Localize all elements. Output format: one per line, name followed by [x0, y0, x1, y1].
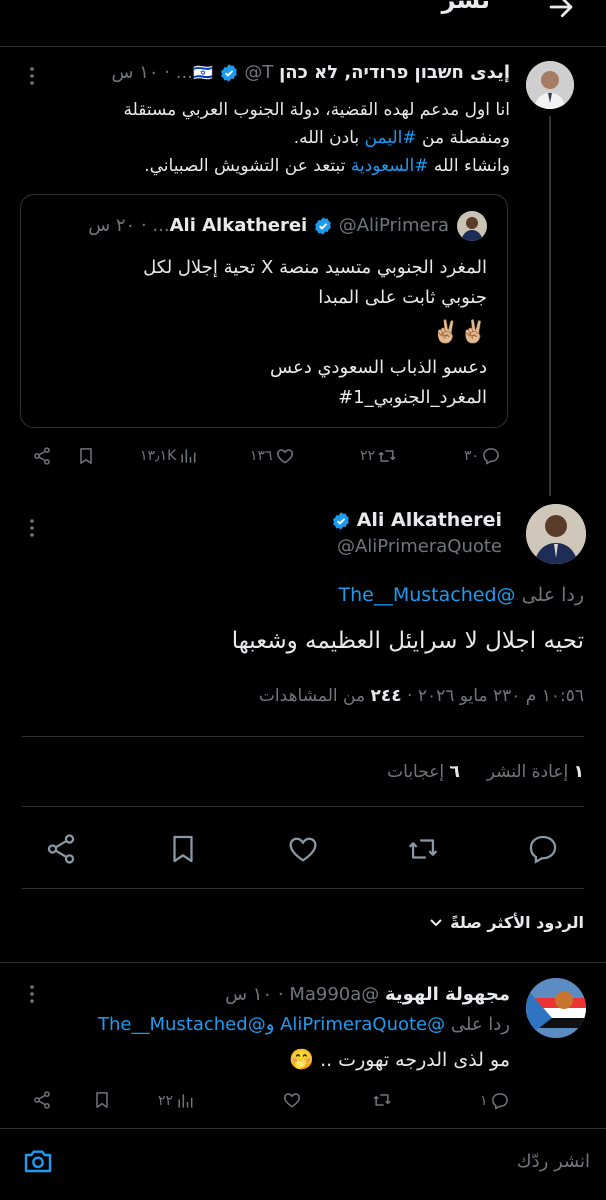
main-handle[interactable]: @AliPrimeraQuote: [337, 536, 502, 557]
page-title: نشر: [441, 0, 490, 14]
reply-composer: [0, 1129, 606, 1200]
more-icon[interactable]: [22, 66, 42, 86]
hashtag-yemen[interactable]: #اليمن: [365, 128, 417, 148]
main-timestamp[interactable]: ١٠:٥٦ م ٢٣٠ مايو ٢٠٢٦: [418, 686, 584, 706]
quote-text: المغرد الجنوبي متسيد منصة X تحية إجلال ل…: [37, 253, 487, 413]
reply-icon: [490, 1091, 510, 1111]
views-button[interactable]: ٢٢: [158, 1090, 195, 1112]
bookmark-button[interactable]: [76, 446, 96, 466]
parent-time[interactable]: ١٠ س: [112, 62, 159, 83]
more-icon[interactable]: [22, 518, 42, 538]
reply-author-avatar[interactable]: [526, 978, 586, 1038]
share-button[interactable]: [44, 832, 78, 866]
quote-time: ٢٠ س: [88, 215, 136, 236]
reply-button[interactable]: [526, 832, 560, 866]
like-button[interactable]: ١٣٦: [250, 444, 295, 468]
quote-author-avatar: [457, 211, 487, 241]
bookmark-button[interactable]: [92, 1090, 112, 1110]
repost-button[interactable]: [406, 832, 440, 866]
reply-emoji: 🤭: [289, 1047, 315, 1071]
reply-button[interactable]: ٣٠: [464, 444, 501, 468]
share-button[interactable]: [32, 1090, 52, 1110]
parent-author-avatar[interactable]: [526, 61, 574, 109]
reply-to-label: ردا على: [521, 584, 584, 606]
parent-tweet-text: انا اول مدعم لهده القضية، دولة الجنوب ال…: [123, 100, 510, 176]
reply-mention-2[interactable]: @The__Mustached: [98, 1014, 266, 1035]
reply-input[interactable]: [80, 1141, 590, 1181]
flag-icon: 🇮🇱: [192, 63, 213, 82]
main-tweet-text: تحيه اجلال لا سرايئل العظيمه وشعبها: [231, 628, 584, 654]
main-author-name[interactable]: Ali Alkatherei: [357, 509, 502, 531]
chevron-down-icon: [428, 914, 444, 930]
like-icon: [275, 446, 295, 466]
main-views-count: ٢٤٤: [370, 686, 402, 706]
sort-label: الردود الأكثر صلةً: [450, 912, 584, 932]
verified-icon: [331, 511, 351, 531]
reply-time[interactable]: ١٠ س: [225, 984, 272, 1005]
quote-emoji: ✌🏼✌🏼: [432, 320, 487, 345]
verified-icon: [219, 63, 239, 83]
quoted-tweet-card[interactable]: Ali Alkatherei @AliPrimera... · ٢٠ س الم…: [20, 194, 508, 428]
reply-handle[interactable]: @Ma990a: [289, 984, 379, 1005]
thread-line: [549, 116, 551, 496]
reply-icon: [481, 446, 501, 466]
main-views-label: من المشاهدات: [258, 686, 366, 706]
back-arrow-icon[interactable]: [546, 0, 576, 22]
quote-author-name: Ali Alkatherei: [169, 215, 308, 236]
reply-to-label: ردا على: [450, 1014, 510, 1035]
parent-author-name[interactable]: إيدى חשבון פרודיה, לא כהן: [279, 62, 510, 83]
repost-stat[interactable]: ١ إعادة النشر: [487, 762, 584, 782]
bookmark-button[interactable]: [166, 832, 200, 866]
reply-button[interactable]: ١: [480, 1090, 510, 1112]
reply-text: مو لذى الدرجه تهورت ..: [320, 1049, 510, 1071]
verified-icon: [313, 216, 333, 236]
main-actions: [0, 830, 606, 870]
more-icon[interactable]: [22, 984, 42, 1004]
views-icon: [175, 1091, 195, 1111]
repost-button[interactable]: [372, 1090, 392, 1110]
header: نشر: [0, 0, 606, 46]
sort-replies-dropdown[interactable]: الردود الأكثر صلةً: [428, 908, 584, 936]
like-button[interactable]: [286, 832, 320, 866]
repost-button[interactable]: ٢٢: [360, 444, 397, 468]
parent-actions: ٣٠ ٢٢ ١٣٦ ١٣٫١K: [0, 440, 606, 472]
repost-icon: [377, 446, 397, 466]
main-author-avatar[interactable]: [526, 504, 586, 564]
reply-mention-1[interactable]: @AliPrimeraQuote: [280, 1014, 445, 1035]
like-button[interactable]: [282, 1090, 302, 1110]
reply-to-mention[interactable]: @The__Mustached: [339, 584, 516, 606]
share-button[interactable]: [32, 446, 52, 466]
likes-stat[interactable]: ٦ إعجابات: [387, 762, 460, 782]
camera-icon[interactable]: [22, 1145, 54, 1177]
hashtag-saudi[interactable]: #السعودية: [351, 156, 429, 176]
reply-actions: ١ ٢٢: [0, 1088, 606, 1114]
reply-author-name[interactable]: مجهولة الهوية: [385, 984, 510, 1005]
views-icon: [178, 446, 198, 466]
views-button[interactable]: ١٣٫١K: [140, 444, 198, 468]
